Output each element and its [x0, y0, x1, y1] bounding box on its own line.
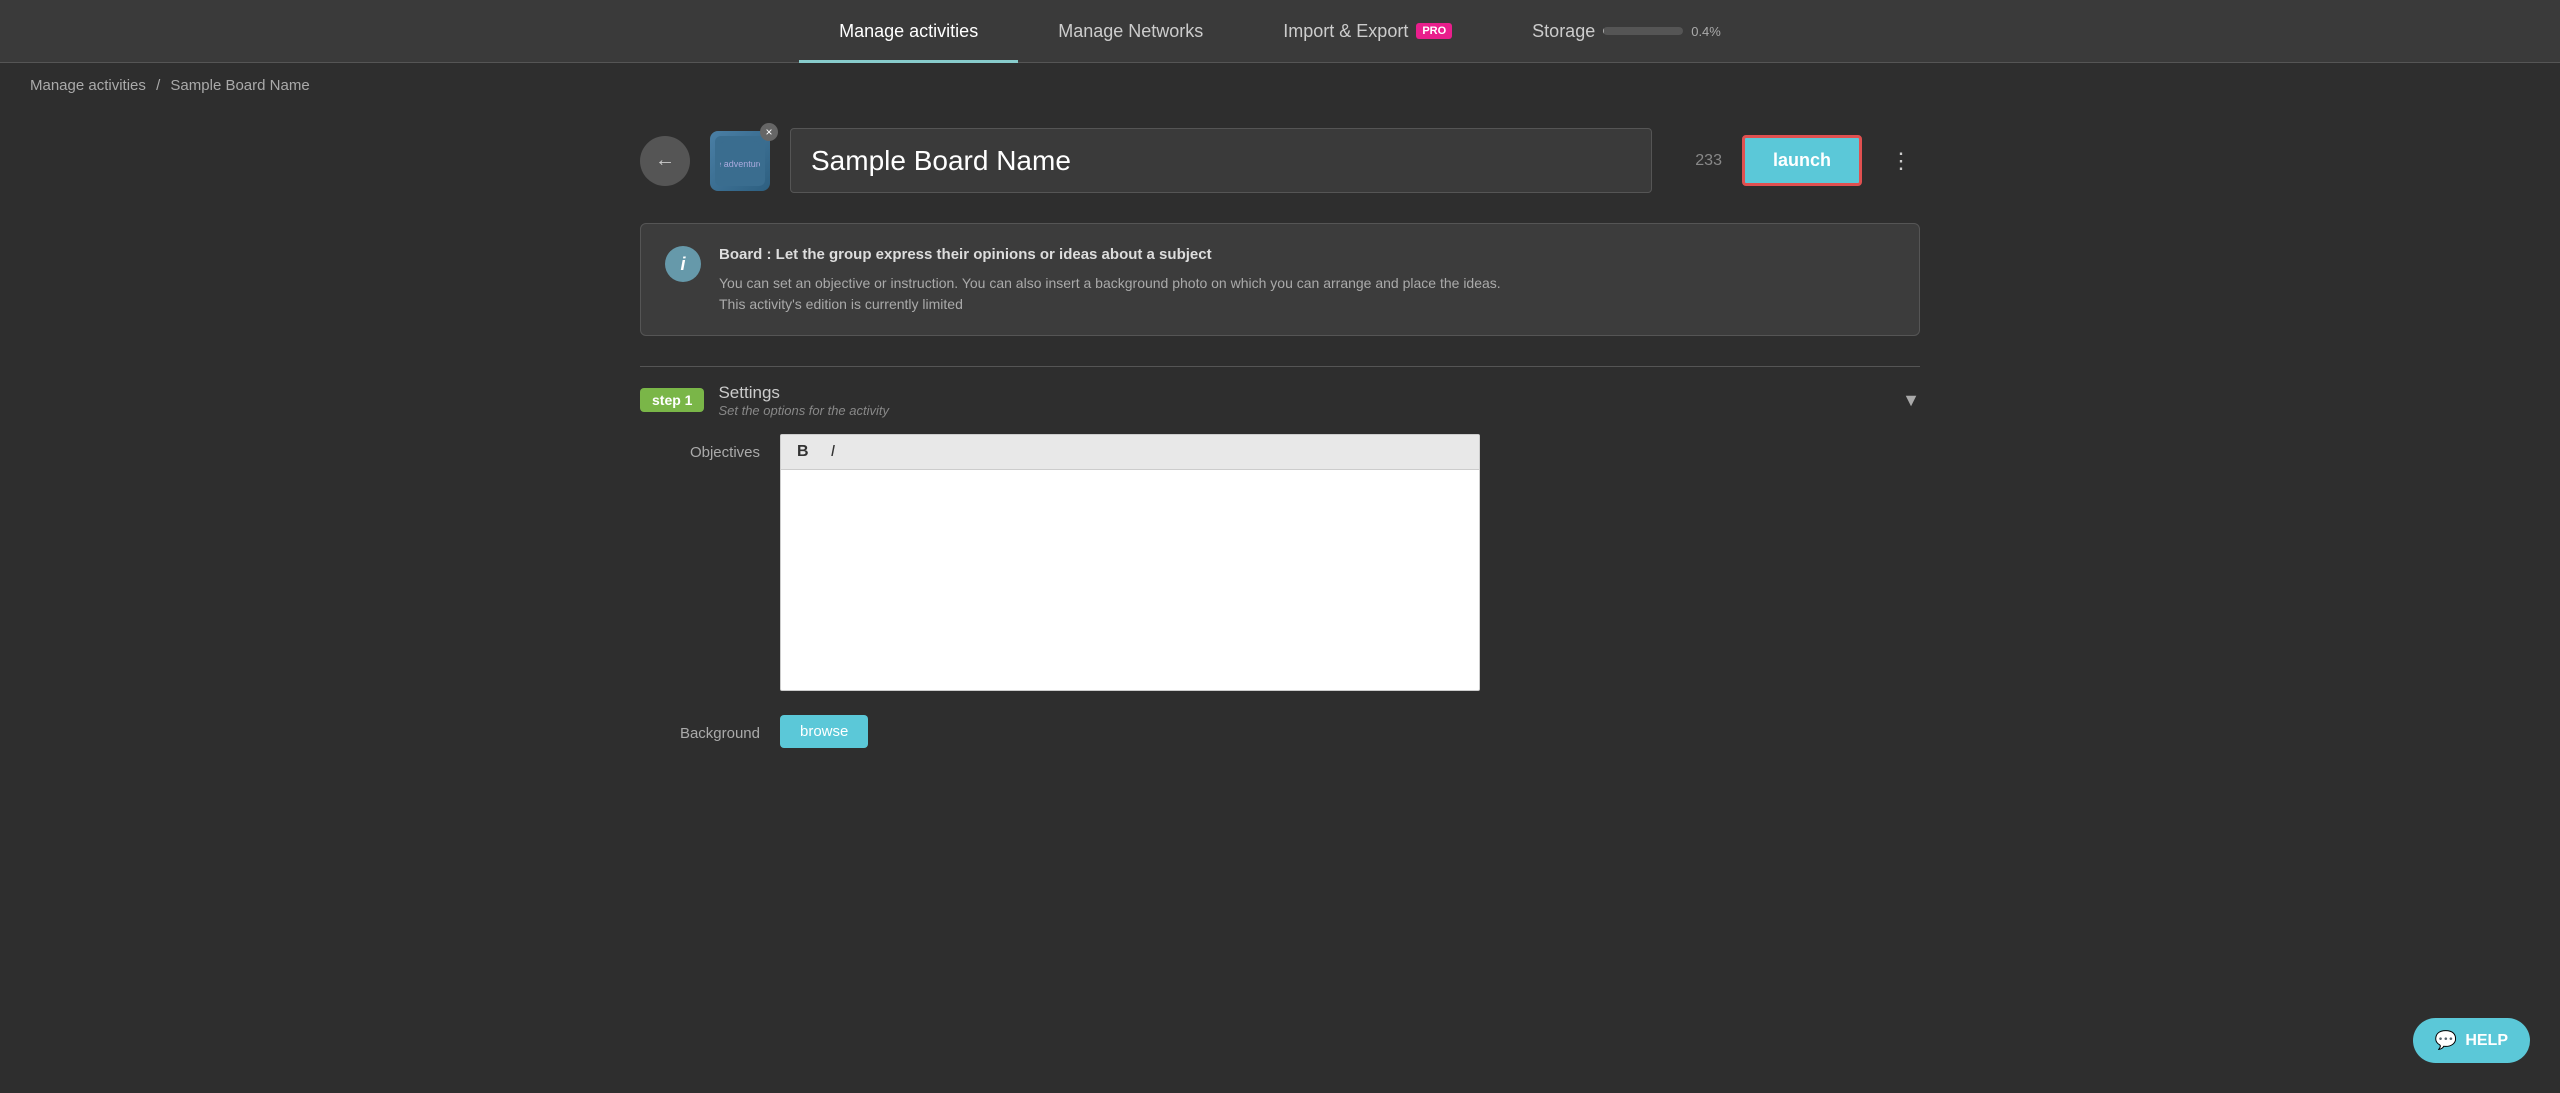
step1-header[interactable]: step 1 Settings Set the options for the … [640, 383, 1920, 434]
board-thumbnail-container: the adventurers × [710, 131, 770, 191]
main-content: ← the adventurers × 233 launch ⋮ i Board… [580, 108, 1980, 798]
chat-icon: 💬 [2435, 1030, 2457, 1051]
launch-button[interactable]: launch [1742, 135, 1862, 186]
info-icon: i [665, 246, 701, 282]
step1-title: Settings [718, 383, 889, 403]
nav-label-import-export: Import & Export [1283, 21, 1408, 42]
nav-label-manage-networks: Manage Networks [1058, 21, 1203, 42]
board-thumb-inner: the adventurers [715, 136, 765, 186]
storage-percentage: 0.4% [1691, 24, 1721, 39]
board-thumbnail: the adventurers [710, 131, 770, 191]
nav-label-storage: Storage [1532, 21, 1595, 42]
background-label: Background [640, 715, 760, 742]
nav-item-import-export[interactable]: Import & Export PRO [1243, 0, 1492, 63]
svg-text:the adventurers: the adventurers [720, 159, 760, 169]
objectives-editor: B I [780, 434, 1480, 691]
back-button[interactable]: ← [640, 136, 690, 186]
nav-item-storage[interactable]: Storage 0.4% [1492, 0, 1761, 63]
help-button[interactable]: 💬 HELP [2413, 1018, 2530, 1063]
close-icon: × [765, 125, 772, 139]
top-navigation: Manage activities Manage Networks Import… [0, 0, 2560, 63]
help-label: HELP [2465, 1032, 2508, 1050]
objectives-editor-body[interactable] [781, 470, 1479, 690]
back-icon: ← [655, 149, 675, 172]
info-line-2: This activity's edition is currently lim… [719, 294, 1501, 315]
board-count: 233 [1682, 152, 1722, 170]
breadcrumb: Manage activities / Sample Board Name [0, 63, 2560, 108]
breadcrumb-separator: / [156, 77, 160, 94]
editor-toolbar: B I [781, 435, 1479, 470]
step1-section: step 1 Settings Set the options for the … [640, 366, 1920, 748]
italic-button[interactable]: I [825, 441, 841, 463]
info-text: Board : Let the group express their opin… [719, 244, 1501, 315]
storage-bar [1603, 27, 1683, 35]
pro-badge: PRO [1416, 23, 1452, 39]
nav-label-manage-activities: Manage activities [839, 21, 978, 42]
info-title: Board : Let the group express their opin… [719, 244, 1501, 267]
nav-items: Manage activities Manage Networks Import… [799, 0, 1761, 63]
board-title-input[interactable] [790, 128, 1652, 193]
background-row: Background browse [640, 715, 1920, 748]
nav-item-manage-networks[interactable]: Manage Networks [1018, 0, 1243, 63]
step1-badge: step 1 [640, 388, 704, 412]
board-header: ← the adventurers × 233 launch ⋮ [640, 128, 1920, 193]
info-line-1: You can set an objective or instruction.… [719, 273, 1501, 294]
breadcrumb-root[interactable]: Manage activities [30, 77, 146, 94]
nav-item-manage-activities[interactable]: Manage activities [799, 0, 1018, 63]
breadcrumb-current: Sample Board Name [170, 77, 309, 94]
bold-button[interactable]: B [791, 441, 815, 463]
objectives-row: Objectives B I [640, 434, 1920, 691]
chevron-down-icon: ▼ [1902, 390, 1920, 411]
objectives-label: Objectives [640, 434, 760, 461]
browse-button[interactable]: browse [780, 715, 868, 748]
step1-title-group: Settings Set the options for the activit… [718, 383, 889, 418]
step1-subtitle: Set the options for the activity [718, 403, 889, 418]
close-thumbnail-button[interactable]: × [760, 123, 778, 141]
step1-header-left: step 1 Settings Set the options for the … [640, 383, 889, 418]
info-box: i Board : Let the group express their op… [640, 223, 1920, 336]
more-options-button[interactable]: ⋮ [1882, 140, 1920, 182]
storage-bar-container: 0.4% [1603, 24, 1721, 39]
